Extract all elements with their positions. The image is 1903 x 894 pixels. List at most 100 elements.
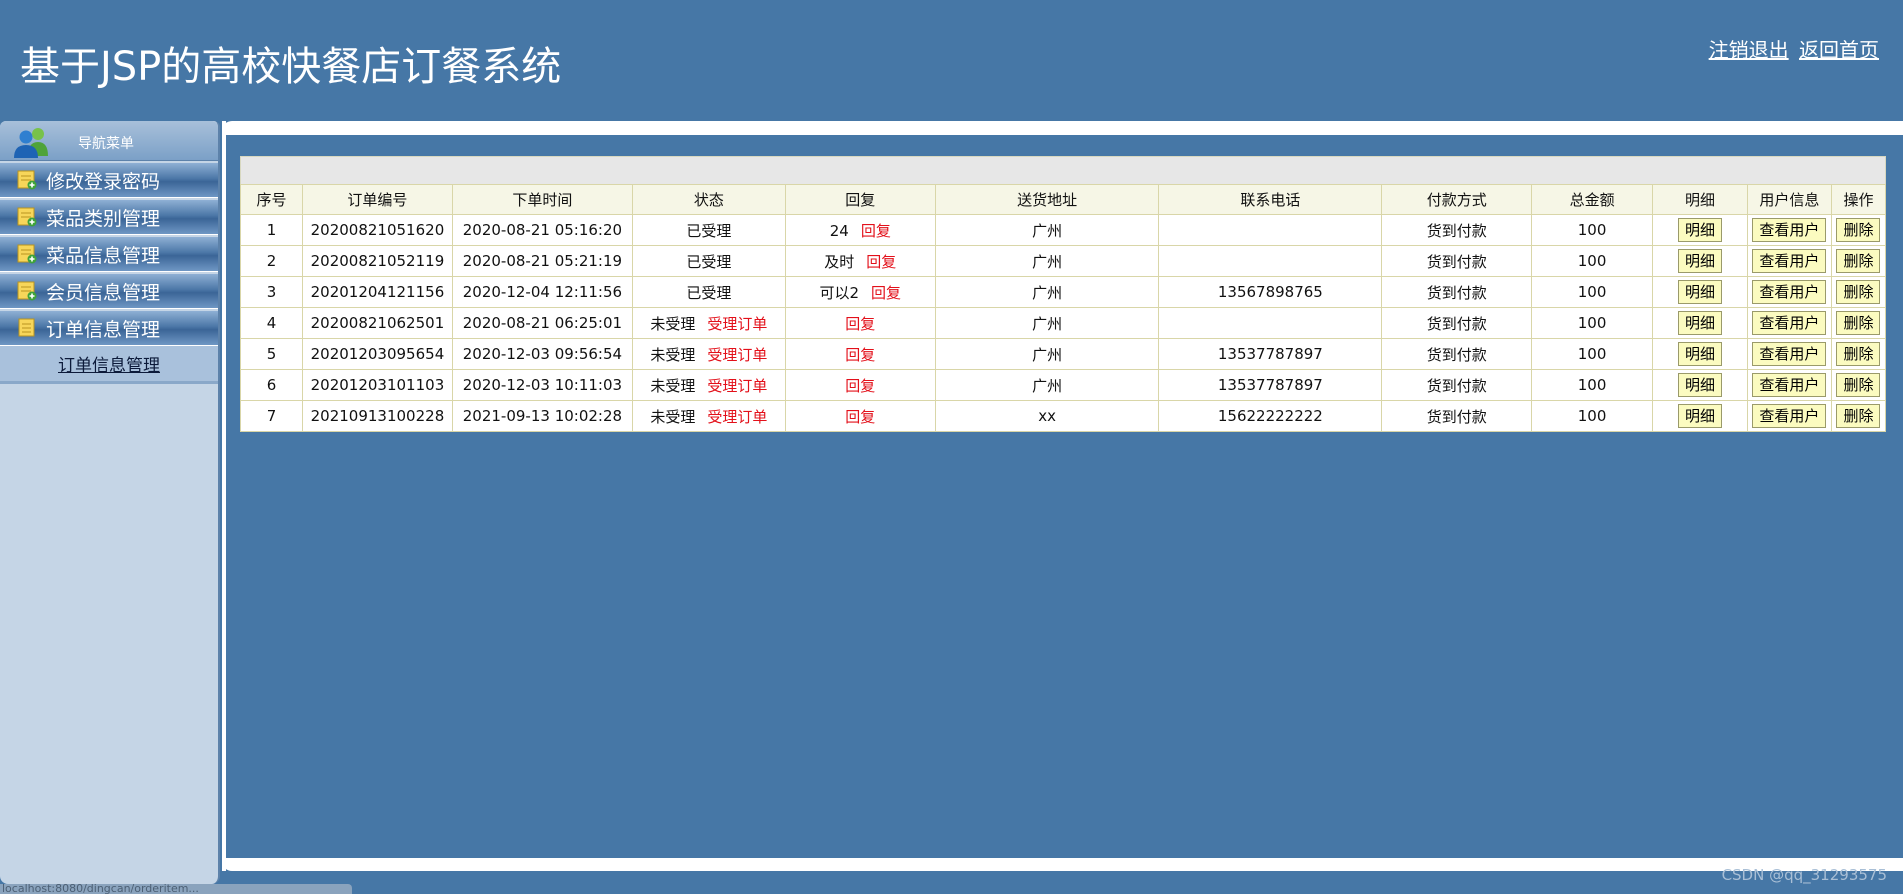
cell-no: 2 xyxy=(240,245,303,277)
cell-no: 6 xyxy=(240,369,303,401)
cell-payment: 货到付款 xyxy=(1381,245,1533,277)
column-header: 操作 xyxy=(1830,184,1887,215)
reply-text: 24 xyxy=(829,221,849,240)
cell-order-id: 20201204121156 xyxy=(301,276,453,308)
cell-status: 已受理 xyxy=(631,214,786,246)
note-icon xyxy=(18,318,35,337)
cell-total: 100 xyxy=(1531,245,1654,277)
note-add-icon xyxy=(17,170,37,190)
cell-order-time: 2020-12-03 09:56:54 xyxy=(451,338,633,370)
cell-detail: 明细 xyxy=(1652,214,1748,246)
cell-address: 广州 xyxy=(934,245,1160,277)
delete-button[interactable]: 删除 xyxy=(1836,373,1881,397)
column-header: 送货地址 xyxy=(934,184,1160,215)
view-user-button[interactable]: 查看用户 xyxy=(1752,311,1827,335)
cell-order-time: 2020-08-21 05:21:19 xyxy=(451,245,633,277)
delete-button[interactable]: 删除 xyxy=(1836,218,1881,242)
delete-button[interactable]: 删除 xyxy=(1836,404,1881,428)
reply-link[interactable]: 回复 xyxy=(845,408,875,426)
delete-button[interactable]: 删除 xyxy=(1836,249,1881,273)
cell-payment: 货到付款 xyxy=(1381,307,1533,339)
app-title: 基于JSP的高校快餐店订餐系统 xyxy=(20,44,562,90)
reply-link[interactable]: 回复 xyxy=(866,253,896,271)
view-user-button[interactable]: 查看用户 xyxy=(1752,249,1827,273)
detail-button[interactable]: 明细 xyxy=(1677,280,1722,304)
cell-op: 删除 xyxy=(1830,307,1887,339)
cell-phone: 13537787897 xyxy=(1158,369,1383,401)
table-row: 3 20201204121156 2020-12-04 12:11:56 已受理 可以2… xyxy=(240,276,1887,308)
cell-order-time: 2020-12-03 10:11:03 xyxy=(451,369,633,401)
view-user-button[interactable]: 查看用户 xyxy=(1752,280,1827,304)
cell-address: 广州 xyxy=(934,307,1160,339)
sidebar-item-member-info[interactable]: 会员信息管理 xyxy=(0,274,218,309)
cell-user: 查看用户 xyxy=(1746,245,1832,277)
accept-order-link[interactable]: 受理订单 xyxy=(707,346,767,364)
reply-link[interactable]: 回复 xyxy=(845,377,875,395)
cell-phone xyxy=(1158,245,1383,277)
cell-order-id: 20200821052119 xyxy=(301,245,453,277)
cell-op: 删除 xyxy=(1830,214,1887,246)
sidebar-subitem-order-management[interactable]: 订单信息管理 xyxy=(0,346,218,384)
accept-order-link[interactable]: 受理订单 xyxy=(707,377,767,395)
view-user-button[interactable]: 查看用户 xyxy=(1752,373,1827,397)
reply-link[interactable]: 回复 xyxy=(861,222,891,240)
accept-order-link[interactable]: 受理订单 xyxy=(707,408,767,426)
cell-op: 删除 xyxy=(1830,338,1887,370)
cell-payment: 货到付款 xyxy=(1381,338,1533,370)
table-row: 1 20200821051620 2020-08-21 05:16:20 已受理 24 回… xyxy=(240,214,1887,246)
view-user-button[interactable]: 查看用户 xyxy=(1752,218,1827,242)
cell-total: 100 xyxy=(1531,307,1654,339)
reply-link[interactable]: 回复 xyxy=(871,284,901,302)
logout-link[interactable]: 注销退出 xyxy=(1709,38,1789,62)
cell-status: 已受理 xyxy=(631,245,786,277)
sidebar-title: 导航菜单 xyxy=(78,136,134,152)
delete-button[interactable]: 删除 xyxy=(1836,342,1881,366)
header-links: 注销退出 返回首页 xyxy=(1705,34,1879,63)
delete-button[interactable]: 删除 xyxy=(1836,280,1881,304)
delete-button[interactable]: 删除 xyxy=(1836,311,1881,335)
sidebar-item-dish-category[interactable]: 菜品类别管理 xyxy=(0,200,218,235)
cell-phone xyxy=(1158,307,1383,339)
cell-order-id: 20200821062501 xyxy=(301,307,453,339)
reply-link[interactable]: 回复 xyxy=(845,346,875,364)
cell-address: xx xyxy=(934,400,1160,432)
orders-table-body: 1 20200821051620 2020-08-21 05:16:20 已受理 24 回… xyxy=(240,214,1887,432)
detail-button[interactable]: 明细 xyxy=(1677,218,1722,242)
watermark: CSDN @qq_31293575 xyxy=(1721,866,1887,884)
sidebar-item-change-password[interactable]: 修改登录密码 xyxy=(0,163,218,198)
reply-text: 及时 xyxy=(824,252,855,271)
cell-no: 1 xyxy=(240,214,303,246)
column-header: 状态 xyxy=(631,184,786,215)
cell-detail: 明细 xyxy=(1652,245,1748,277)
cell-payment: 货到付款 xyxy=(1381,369,1533,401)
sidebar-item-order-info[interactable]: 订单信息管理 xyxy=(0,311,218,346)
cell-phone xyxy=(1158,214,1383,246)
note-add-icon xyxy=(17,207,37,227)
home-link[interactable]: 返回首页 xyxy=(1799,38,1879,62)
accept-order-link[interactable]: 受理订单 xyxy=(707,315,767,333)
cell-total: 100 xyxy=(1531,214,1654,246)
detail-button[interactable]: 明细 xyxy=(1677,373,1722,397)
cell-order-id: 20210913100228 xyxy=(301,400,453,432)
detail-button[interactable]: 明细 xyxy=(1677,249,1722,273)
table-header-row: 序号 订单编号 下单时间 状态 回复 送货地址 联系电话 付款方式 总金额 明细… xyxy=(240,184,1887,215)
detail-button[interactable]: 明细 xyxy=(1677,342,1722,366)
cell-no: 5 xyxy=(240,338,303,370)
column-header: 序号 xyxy=(240,184,303,215)
view-user-button[interactable]: 查看用户 xyxy=(1752,404,1827,428)
note-add-icon xyxy=(17,244,37,264)
reply-link[interactable]: 回复 xyxy=(845,315,875,333)
cell-order-time: 2020-08-21 06:25:01 xyxy=(451,307,633,339)
cell-order-id: 20201203095654 xyxy=(301,338,453,370)
view-user-button[interactable]: 查看用户 xyxy=(1752,342,1827,366)
cell-address: 广州 xyxy=(934,276,1160,308)
sidebar-header: 导航菜单 xyxy=(0,121,218,161)
detail-button[interactable]: 明细 xyxy=(1677,311,1722,335)
cell-total: 100 xyxy=(1531,369,1654,401)
sidebar-item-dish-info[interactable]: 菜品信息管理 xyxy=(0,237,218,272)
status-text: 未受理 xyxy=(650,345,696,364)
column-header: 总金额 xyxy=(1531,184,1654,215)
cell-total: 100 xyxy=(1531,400,1654,432)
detail-button[interactable]: 明细 xyxy=(1677,404,1722,428)
cell-reply: 回复 xyxy=(784,338,936,370)
